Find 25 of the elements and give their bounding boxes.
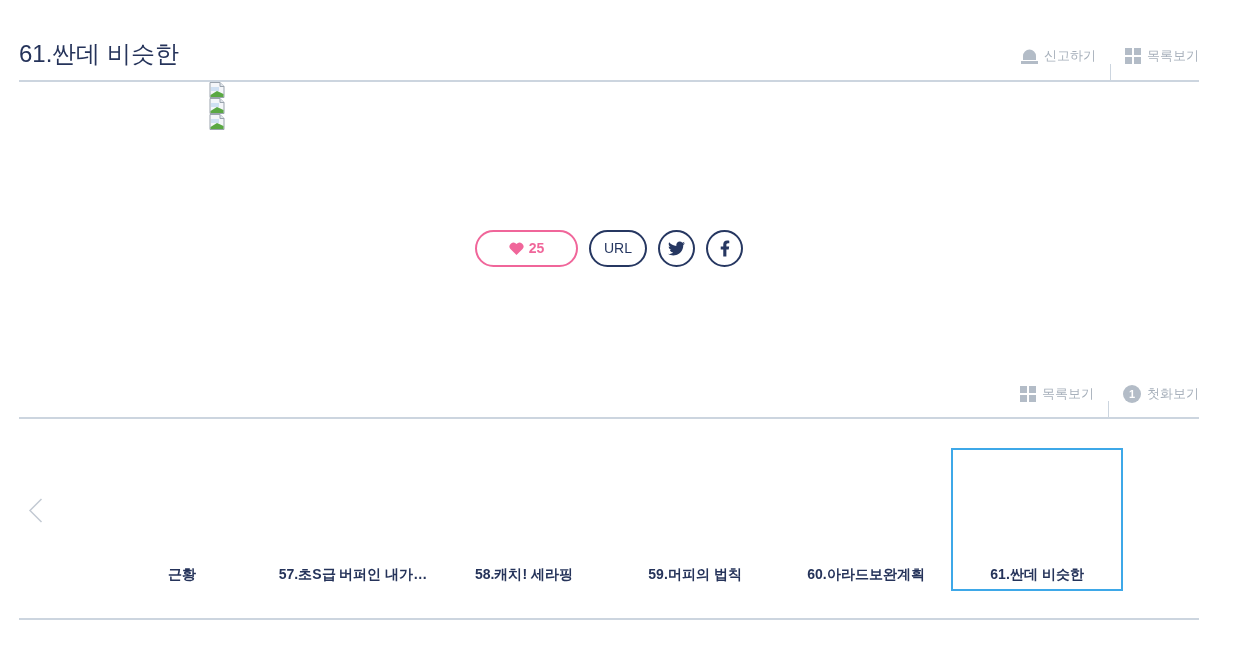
action-label: 신고하기 bbox=[1044, 47, 1096, 66]
episode-item[interactable]: 61.싼데 비슷한 bbox=[951, 448, 1123, 591]
episode-item[interactable]: 57.초S급 버퍼인 내가… bbox=[267, 448, 439, 591]
url-button[interactable]: URL bbox=[589, 230, 647, 267]
bird-icon bbox=[668, 240, 685, 257]
heart-icon bbox=[508, 242, 524, 255]
action-label: 목록보기 bbox=[1042, 385, 1094, 404]
grid-icon bbox=[1125, 48, 1141, 64]
episode-item[interactable]: 59.머피의 법칙 bbox=[609, 448, 781, 591]
bird-share-button[interactable] bbox=[658, 230, 695, 267]
siren-icon bbox=[1021, 48, 1038, 64]
episode-item[interactable]: 60.아라드보완계획 bbox=[780, 448, 952, 591]
f-share-button[interactable] bbox=[706, 230, 743, 267]
broken-image-icon bbox=[209, 114, 225, 130]
episode-item[interactable]: 근황 bbox=[96, 448, 268, 591]
action-label: 첫화보기 bbox=[1147, 385, 1199, 404]
action-label: 목록보기 bbox=[1147, 47, 1199, 66]
broken-image-icon bbox=[209, 82, 225, 98]
first-episode-badge: 1 bbox=[1123, 385, 1141, 403]
chevron-left-icon bbox=[28, 498, 43, 523]
grid-icon bbox=[1020, 386, 1036, 402]
page-title: 61.싼데 비슷한 bbox=[19, 39, 180, 69]
f-logo-icon bbox=[719, 240, 730, 257]
broken-image-icon bbox=[209, 98, 225, 114]
episode-item[interactable]: 58.캐치! 세라핑 bbox=[438, 448, 610, 591]
